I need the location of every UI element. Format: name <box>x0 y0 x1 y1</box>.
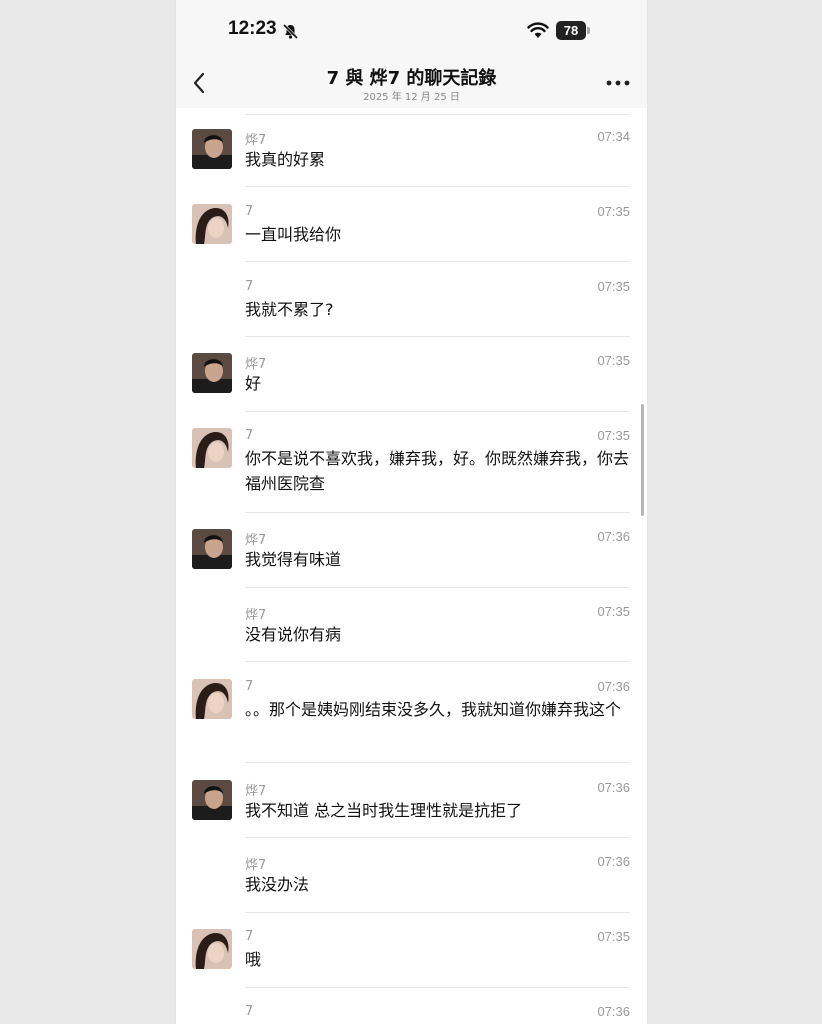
message-time: 07:35 <box>597 204 630 219</box>
message-text: 我真的好累 <box>245 150 326 169</box>
avatar-female[interactable] <box>192 428 232 468</box>
avatar-female[interactable] <box>192 929 232 969</box>
message-sender: 烨7 <box>245 608 267 623</box>
message-sender: 烨7 <box>245 784 267 799</box>
message-text: 我没办法 <box>245 875 310 894</box>
scrollbar[interactable] <box>641 404 644 516</box>
message-sender: 烨7 <box>245 133 267 148</box>
page-subtitle: 2025 年 12 月 25 日 <box>363 92 460 103</box>
divider <box>245 661 630 662</box>
message-time: 07:35 <box>597 353 630 368</box>
message-sender: 7 <box>245 1004 254 1019</box>
nav-bar: 7 與 烨7 的聊天記錄 2025 年 12 月 25 日 <box>176 56 647 108</box>
avatar-female[interactable] <box>192 679 232 719</box>
bell-muted-icon <box>282 23 299 40</box>
divider <box>245 411 630 412</box>
message-time: 07:36 <box>597 679 630 694</box>
avatar-male[interactable] <box>192 529 232 569</box>
message-sender: 7 <box>245 279 254 294</box>
message-text: 。。那个是姨妈刚结束没多久，我就知道你嫌弃我这个 <box>245 700 622 719</box>
divider <box>245 912 630 913</box>
status-time: 12:23 <box>228 18 277 39</box>
avatar-male[interactable] <box>192 353 232 393</box>
message-time: 07:36 <box>597 1004 630 1019</box>
divider <box>245 512 630 513</box>
more-options-icon[interactable] <box>606 80 630 86</box>
divider <box>245 186 630 187</box>
status-bar: 12:23 78 <box>176 0 647 60</box>
message-text: 一直叫我给你 <box>245 225 342 244</box>
page-title: 7 與 烨7 的聊天記錄 <box>326 68 497 89</box>
divider <box>245 987 630 988</box>
battery-tip <box>587 27 590 34</box>
message-time: 07:35 <box>597 604 630 619</box>
divider <box>245 587 630 588</box>
message-sender: 烨7 <box>245 858 267 873</box>
message-time: 07:35 <box>597 428 630 443</box>
message-text: 我不知道 总之当时我生理性就是抗拒了 <box>245 801 523 820</box>
divider <box>245 762 630 763</box>
message-time: 07:36 <box>597 529 630 544</box>
message-sender: 7 <box>245 679 254 694</box>
message-text: 好 <box>245 374 262 393</box>
message-time: 07:35 <box>597 929 630 944</box>
message-sender: 7 <box>245 929 254 944</box>
message-text: 没有说你有病 <box>245 625 342 644</box>
message-time: 07:34 <box>597 129 630 144</box>
message-sender: 烨7 <box>245 357 267 372</box>
divider <box>245 336 630 337</box>
avatar-female[interactable] <box>192 204 232 244</box>
avatar-male[interactable] <box>192 780 232 820</box>
avatar-male[interactable] <box>192 129 232 169</box>
battery-level: 78 <box>556 21 586 40</box>
phone-screen: 12:23 78 7 與 烨7 的聊天記錄 2025 年 12 月 25 日 烨… <box>176 0 647 1024</box>
divider <box>245 837 630 838</box>
divider <box>245 114 630 115</box>
message-time: 07:35 <box>597 279 630 294</box>
message-text: 你不是说不喜欢我，嫌弃我，好。你既然嫌弃我，你去福州医院查 <box>245 449 630 493</box>
message-text: 哦 <box>245 950 262 969</box>
message-text: 我觉得有味道 <box>245 550 342 569</box>
message-sender: 烨7 <box>245 533 267 548</box>
message-sender: 7 <box>245 428 254 443</box>
chat-message-list[interactable]: 烨7 07:34 我真的好累 7 07:35 一直叫我给你 7 07:35 我就… <box>176 108 647 1024</box>
battery-indicator: 78 <box>556 21 590 40</box>
wifi-icon <box>527 22 549 38</box>
divider <box>245 261 630 262</box>
message-sender: 7 <box>245 204 254 219</box>
message-text: 我就不累了? <box>245 300 334 319</box>
message-time: 07:36 <box>597 780 630 795</box>
message-time: 07:36 <box>597 854 630 869</box>
